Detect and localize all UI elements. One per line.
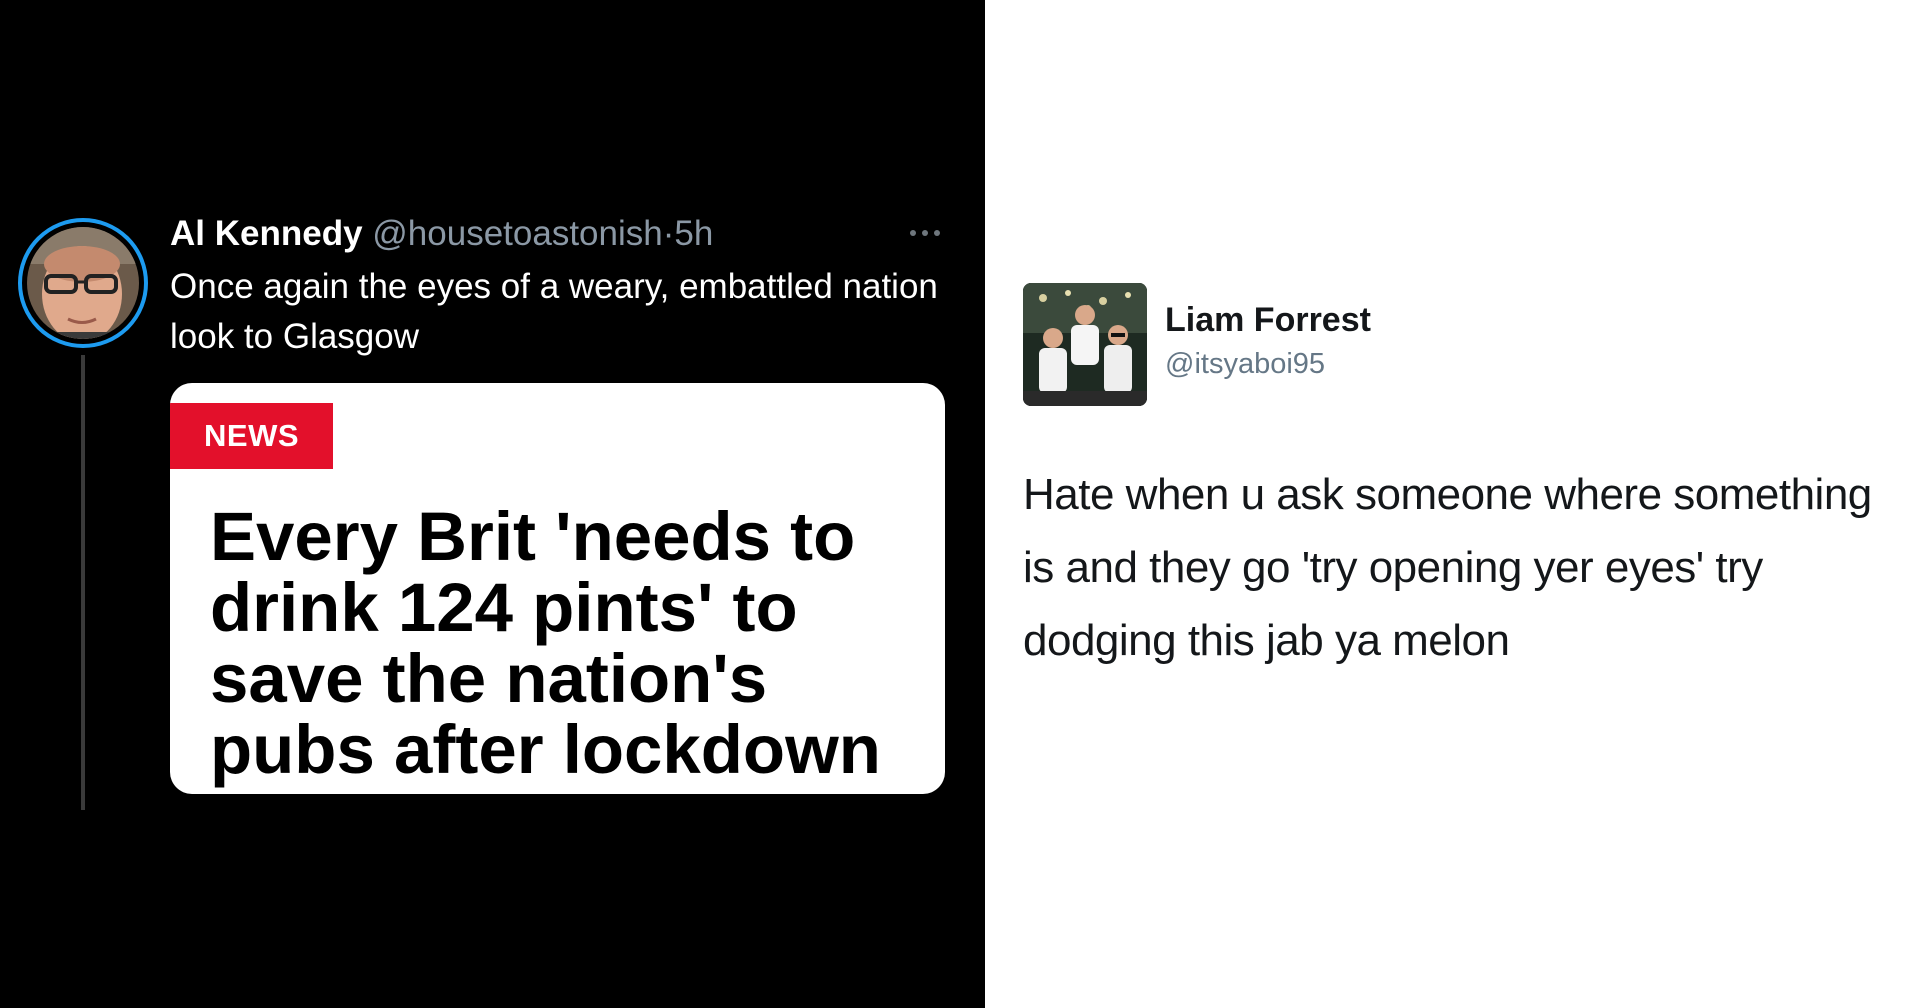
avatar[interactable] <box>1023 283 1147 406</box>
meme-composite: Al Kennedy @housetoastonish·5h Once agai… <box>0 0 1920 1008</box>
profile-photo-icon <box>1023 283 1147 406</box>
news-badge: NEWS <box>170 403 333 469</box>
more-horizontal-icon[interactable] <box>905 218 945 248</box>
avatar[interactable] <box>18 218 148 348</box>
thread-line <box>81 355 85 810</box>
meta-separator: · <box>662 214 675 253</box>
author-name[interactable]: Liam Forrest <box>1165 298 1371 342</box>
news-headline: Every Brit 'needs to drink 124 pints' to… <box>210 498 881 788</box>
tweet-text: Once again the eyes of a weary, embattle… <box>170 267 938 356</box>
profile-photo-icon <box>27 227 139 339</box>
tweet-text: Hate when u ask someone where something … <box>1023 470 1872 665</box>
author-handle[interactable]: @itsyaboi95 <box>1165 344 1325 384</box>
tweet-header: Al Kennedy @housetoastonish·5h <box>170 210 950 258</box>
author-name[interactable]: Al Kennedy <box>170 214 363 253</box>
dark-tweet-panel: Al Kennedy @housetoastonish·5h Once agai… <box>0 0 985 1008</box>
light-tweet-panel: Liam Forrest @itsyaboi95 Hate when u ask… <box>985 0 1920 1008</box>
news-card[interactable]: NEWS Every Brit 'needs to drink 124 pint… <box>170 383 945 794</box>
tweet-time[interactable]: 5h <box>674 214 713 253</box>
author-handle[interactable]: @housetoastonish <box>372 214 662 253</box>
